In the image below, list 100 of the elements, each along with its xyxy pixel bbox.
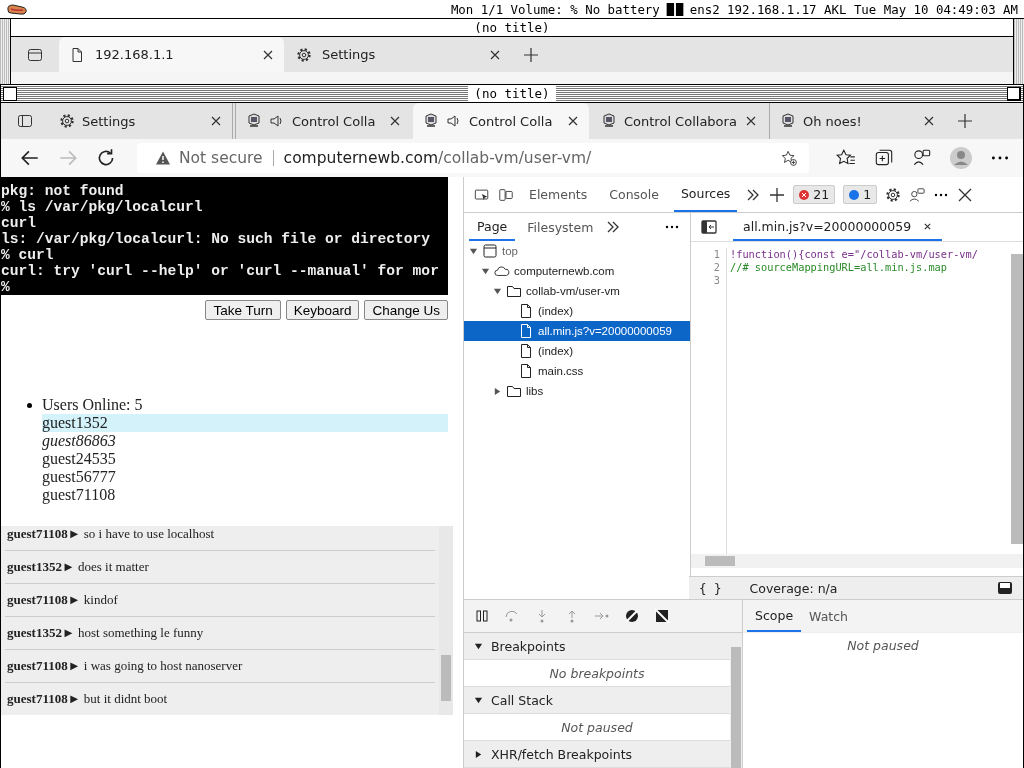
devtools-tab[interactable]: Sources [673,177,738,212]
pause-icon[interactable] [474,608,490,624]
tab-actions-icon[interactable] [27,46,43,63]
user-item[interactable]: guest86863 [42,432,448,450]
scrollbar[interactable] [730,633,742,768]
close-icon[interactable] [923,221,933,231]
user-item[interactable]: guest71108 [42,486,448,504]
file-icon [518,303,534,319]
computer-icon [780,113,796,129]
vm-button[interactable]: Take Turn [205,300,281,320]
code-line: !function(){const e="/collab-vm/user-vm/ [730,248,978,260]
terminal-line: % [1,279,11,295]
vm-button[interactable]: Change Us [364,300,448,320]
collapsed-arrow-icon [474,749,483,759]
scrollbar[interactable] [1011,254,1023,544]
vm-button[interactable]: Keyboard [285,300,360,320]
tree-item[interactable]: top [464,241,690,261]
coverage-text: Coverage: n/a [749,580,838,596]
folder-icon [506,283,522,299]
collapsed-arrow-icon[interactable] [493,386,502,396]
expanded-arrow-icon [474,641,483,651]
file-icon [518,323,534,339]
close-icon[interactable] [262,48,274,61]
terminal-line: % ls /var/pkg/localcurl [1,199,204,215]
url-text: computernewb.com/collab-vm/user-vm/ [283,149,592,167]
folder-icon [506,383,522,399]
browser-tab[interactable]: Control Collabora [591,103,767,139]
chat-message: guest1352► does it matter [5,551,435,584]
device-icon[interactable] [498,186,514,203]
zoom-box-icon[interactable] [1007,86,1021,101]
new-tab-icon[interactable] [523,46,539,63]
settings-icon[interactable] [885,186,902,203]
section-header[interactable]: Breakpoints [464,633,730,660]
pane-tab[interactable]: Scope [747,600,802,632]
close-icon[interactable] [567,115,579,127]
close-icon[interactable] [957,186,974,203]
line-number: 1 [712,248,720,261]
file-tab[interactable]: all.min.js?v=20000000059 [733,213,943,241]
message-icon [849,189,860,200]
page-icon [69,46,85,63]
hotdog-icon[interactable] [6,2,28,16]
inspect-icon[interactable] [474,186,490,203]
section-header[interactable]: Call Stack [464,687,730,714]
chat-message: guest71108► so i have to use localhost [5,518,435,551]
browser-tab[interactable]: Control Colla [413,103,589,139]
devtools-tab[interactable]: Console [602,177,666,212]
close-icon[interactable] [745,115,757,127]
drawer-icon[interactable] [997,580,1013,596]
feedback-icon[interactable] [909,186,926,203]
message-count[interactable]: 1 [843,185,878,204]
section-header[interactable]: XHR/fetch Breakpoints [464,741,730,768]
deactivate-breakpoints-icon[interactable] [624,608,640,624]
navigator-tab[interactable]: Filesystem [519,213,602,241]
error-count[interactable]: 21 [793,185,836,204]
file-icon [518,343,534,359]
terminal-line: ls: /var/pkg/localcurl: No such file or directory [1,231,432,247]
add-icon[interactable] [769,186,786,203]
close-icon[interactable] [923,115,935,127]
toggle-navigator-icon[interactable] [701,219,717,235]
devtools-tab[interactable]: Elements [522,177,595,212]
empty-message: Not paused [846,637,920,653]
close-icon[interactable] [389,115,401,127]
error-icon [799,189,810,200]
tree-item[interactable]: (index) [464,341,690,361]
code-line: //# sourceMappingURL=all.min.js.map [730,261,947,273]
pane-tab[interactable]: Watch [801,600,856,632]
speaker-icon[interactable] [446,113,462,129]
pretty-print-button[interactable]: { } [699,580,722,596]
user-item[interactable]: guest1352 [42,414,448,432]
terminal-screen[interactable]: pkg: not found % ls /var/pkg/localcurl curl ls: /var/pkg/localcurl: No such file or directory % curl curl: try 'curl --help' or 'curl --manual' for mor % [1,177,448,295]
scrollbar[interactable] [439,526,453,715]
navigator-tab[interactable]: Page [469,213,516,241]
tree-item[interactable]: (index) [464,301,690,321]
window-title: (no title) [468,86,556,101]
address-field[interactable]: Not secure computernewb.com/collab-vm/user-vm/ [137,143,809,173]
file-icon [518,363,534,379]
close-icon[interactable] [210,115,222,127]
security-label[interactable]: Not secure [179,149,263,167]
close-icon[interactable] [489,48,501,61]
star-plus-icon[interactable] [781,150,797,166]
tree-item[interactable]: collab-vm/user-vm [464,281,690,301]
tab-actions-icon[interactable] [17,113,33,129]
close-box-icon[interactable] [3,86,17,101]
profile-avatar[interactable] [949,146,973,170]
tree-item[interactable]: computernewb.com [464,261,690,281]
user-item[interactable]: guest56777 [42,468,448,486]
browser-tab[interactable]: Settings [286,37,511,72]
user-item[interactable]: guest24535 [42,450,448,468]
tree-item[interactable]: all.min.js?v=20000000059 [464,321,690,341]
computer-icon [601,113,617,129]
browser-tab[interactable]: 192.168.1.1 [59,37,284,72]
terminal-line: % curl [1,247,55,263]
tree-item[interactable]: libs [464,381,690,401]
tree-item[interactable]: main.css [464,361,690,381]
workspace-icon[interactable] [665,2,684,16]
speaker-icon[interactable] [269,113,285,129]
pause-exceptions-icon[interactable] [654,608,670,624]
scrollbar[interactable] [691,554,1023,568]
clock-text: ens2 192.168.1.17 AKL Tue May 10 04:49:03 AM [689,1,1018,17]
new-tab-icon[interactable] [957,113,973,129]
